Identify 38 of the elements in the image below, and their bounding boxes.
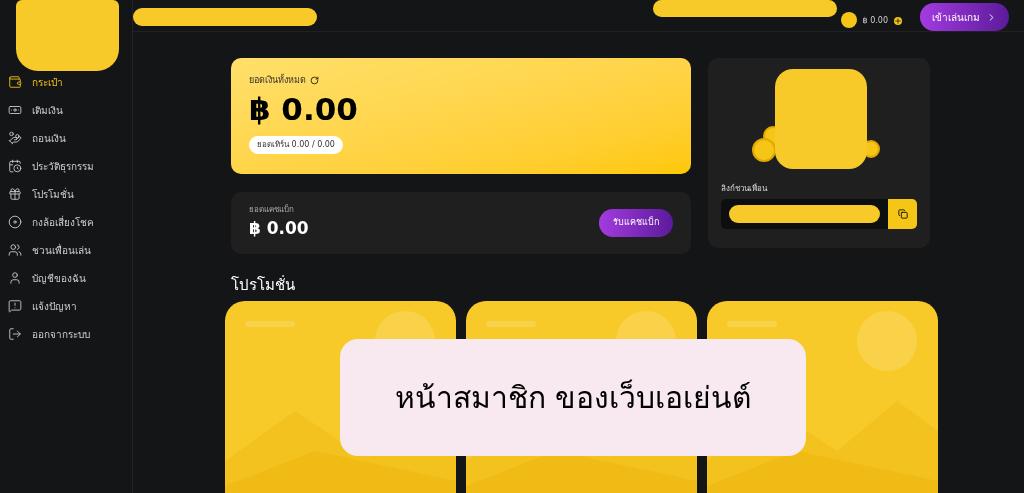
sidebar-item[interactable]: เติมเงิน	[0, 96, 132, 124]
caption-overlay: หน้าสมาชิก ของเว็บเอเย่นต์	[340, 339, 806, 456]
gift-icon	[8, 187, 22, 201]
sidebar-item[interactable]: ออกจากระบบ	[0, 320, 132, 348]
cashback-amount: ฿ 0.00	[249, 217, 309, 241]
sidebar-item[interactable]: ประวัติธุรกรรม	[0, 152, 132, 180]
calendar-icon	[8, 159, 22, 173]
balance-text: ฿ 0.00	[862, 15, 888, 27]
sidebar-item[interactable]: กระเป๋า	[0, 68, 132, 96]
claim-cashback-button[interactable]: รับแคชแบ็ก	[599, 209, 673, 237]
turnover-pill: ยอดเทิร์น 0.00 / 0.00	[249, 135, 343, 154]
sidebar-item[interactable]: บัญชีของฉัน	[0, 264, 132, 292]
add-icon	[894, 17, 902, 25]
cashback-label: ยอดแคชแบ็ก	[249, 204, 295, 217]
user-icon	[8, 271, 22, 285]
coin-icon	[752, 138, 776, 162]
refresh-icon[interactable]	[310, 76, 319, 86]
disc-icon	[8, 215, 22, 229]
invite-link-field[interactable]	[721, 199, 888, 229]
wallet-icon	[8, 75, 22, 89]
invite-link-label: ลิงก์ชวนเพื่อน	[721, 183, 769, 195]
users-icon	[8, 243, 22, 257]
wallet-amount: ฿ 0.00	[249, 89, 359, 129]
hand-coins-icon	[8, 131, 22, 145]
message-icon	[8, 299, 22, 313]
logout-icon	[8, 327, 22, 341]
sidebar-item[interactable]: โปรโมชั่น	[0, 180, 132, 208]
avatar-icon	[840, 12, 857, 28]
sidebar-item[interactable]: แจ้งปัญหา	[0, 292, 132, 320]
promotions-heading: โปรโมชั่น	[231, 274, 296, 296]
copy-icon	[897, 209, 908, 219]
sidebar-item[interactable]: กงล้อเสี่ยงโชค	[0, 208, 132, 236]
sidebar-item[interactable]: ถอนเงิน	[0, 124, 132, 152]
wallet-label: ยอดเงินทั้งหมด	[249, 74, 306, 87]
cash-icon	[8, 103, 22, 117]
copy-button[interactable]	[888, 199, 917, 229]
play-game-button[interactable]: เข้าเล่นเกม	[920, 3, 1009, 31]
sidebar-item[interactable]: ชวนเพื่อนเล่น	[0, 236, 132, 264]
